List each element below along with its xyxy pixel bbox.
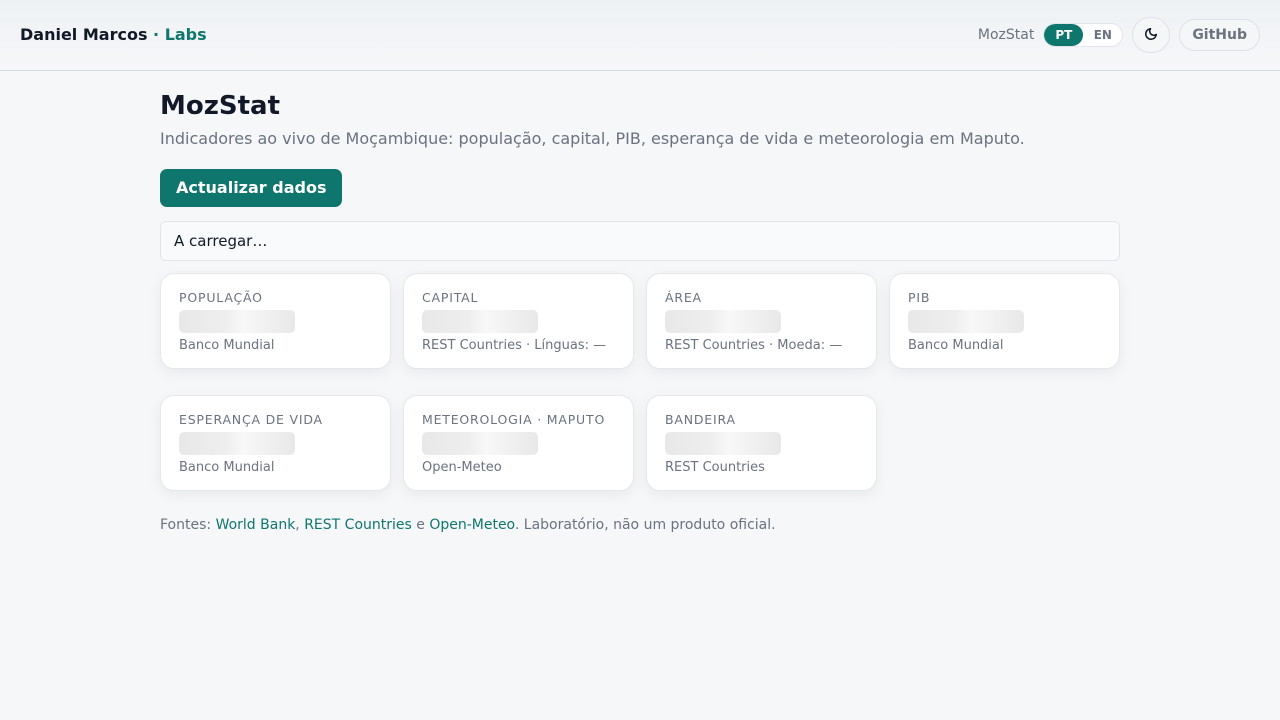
card-population: POPULAÇÃO Banco Mundial bbox=[160, 273, 391, 369]
card-label: ESPERANÇA DE VIDA bbox=[179, 412, 323, 427]
footer-suffix: . Laboratório, não um produto oficial. bbox=[514, 517, 776, 533]
card-label: PIB bbox=[908, 290, 931, 305]
theme-toggle-button[interactable] bbox=[1132, 17, 1171, 53]
status-message: A carregar… bbox=[160, 221, 1120, 261]
value-skeleton bbox=[179, 432, 295, 455]
app-label: MozStat bbox=[977, 27, 1035, 43]
world-bank-link[interactable]: World Bank bbox=[216, 517, 296, 533]
sources-footer: Fontes: World Bank, REST Countries e Ope… bbox=[160, 517, 776, 533]
card-label: METEOROLOGIA · MAPUTO bbox=[422, 412, 606, 427]
nav-controls: MozStat PT EN GitHub bbox=[978, 17, 1260, 53]
value-skeleton bbox=[422, 432, 538, 455]
value-skeleton bbox=[179, 310, 295, 333]
moon-icon bbox=[1144, 26, 1158, 45]
card-source: Banco Mundial bbox=[179, 460, 275, 475]
card-label: BANDEIRA bbox=[665, 412, 736, 427]
lang-pt-button[interactable]: PT bbox=[1044, 24, 1084, 46]
card-weather: METEOROLOGIA · MAPUTO Open-Meteo bbox=[403, 395, 634, 491]
open-meteo-link[interactable]: Open-Meteo bbox=[429, 517, 515, 533]
lang-en-button[interactable]: EN bbox=[1083, 24, 1122, 46]
top-nav-bar: Daniel Marcos · Labs MozStat PT EN GitHu… bbox=[0, 0, 1280, 71]
card-source: Banco Mundial bbox=[179, 338, 275, 353]
card-label: ÁREA bbox=[665, 290, 702, 305]
github-link-button[interactable]: GitHub bbox=[1179, 19, 1260, 51]
brand-separator: · bbox=[147, 25, 165, 44]
card-flag: BANDEIRA REST Countries bbox=[646, 395, 877, 491]
value-skeleton bbox=[422, 310, 538, 333]
brand-name: Daniel Marcos bbox=[20, 25, 148, 44]
brand-accent: Labs bbox=[164, 25, 207, 44]
rest-countries-link[interactable]: REST Countries bbox=[304, 517, 412, 533]
card-gdp: PIB Banco Mundial bbox=[889, 273, 1120, 369]
main-content: MozStat Indicadores ao vivo de Moçambiqu… bbox=[160, 90, 1120, 533]
card-source: Banco Mundial bbox=[908, 338, 1004, 353]
card-label: POPULAÇÃO bbox=[179, 290, 263, 305]
card-area: ÁREA REST Countries · Moeda: — bbox=[646, 273, 877, 369]
card-capital: CAPITAL REST Countries · Línguas: — bbox=[403, 273, 634, 369]
footer-prefix: Fontes: bbox=[160, 517, 216, 533]
value-skeleton bbox=[908, 310, 1024, 333]
value-skeleton bbox=[665, 310, 781, 333]
card-label: CAPITAL bbox=[422, 290, 479, 305]
footer-separator: e bbox=[411, 517, 430, 533]
footer-separator: , bbox=[295, 517, 305, 533]
card-source: REST Countries · Moeda: — bbox=[665, 338, 843, 353]
refresh-data-button[interactable]: Actualizar dados bbox=[160, 169, 343, 207]
card-source: REST Countries · Línguas: — bbox=[422, 338, 607, 353]
value-skeleton bbox=[665, 432, 781, 455]
language-switch: PT EN bbox=[1043, 23, 1124, 47]
page-subtitle: Indicadores ao vivo de Moçambique: popul… bbox=[160, 129, 1025, 148]
card-source: REST Countries bbox=[665, 460, 765, 475]
page-title: MozStat bbox=[160, 91, 280, 121]
card-life-expectancy: ESPERANÇA DE VIDA Banco Mundial bbox=[160, 395, 391, 491]
card-source: Open-Meteo bbox=[422, 460, 502, 475]
brand-logo[interactable]: Daniel Marcos · Labs bbox=[20, 25, 207, 44]
